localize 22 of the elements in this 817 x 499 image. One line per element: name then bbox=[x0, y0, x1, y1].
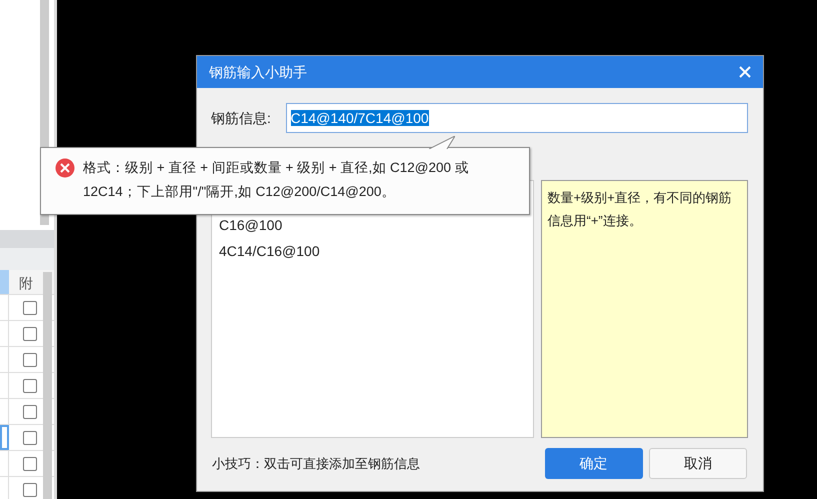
window-title: 钢筋输入小助手 bbox=[209, 62, 307, 82]
error-icon bbox=[55, 158, 75, 178]
table-cell[interactable] bbox=[0, 425, 9, 450]
checkbox[interactable] bbox=[23, 431, 37, 445]
cancel-button[interactable]: 取消 bbox=[649, 448, 747, 479]
tip-text: 小技巧：双击可直接添加至钢筋信息 bbox=[212, 454, 421, 473]
checkbox[interactable] bbox=[23, 353, 37, 367]
ok-button[interactable]: 确定 bbox=[544, 448, 642, 479]
checkbox[interactable] bbox=[23, 379, 37, 393]
close-icon[interactable] bbox=[739, 66, 751, 78]
tooltip-text: 格式：级别 + 直径 + 间距或数量 + 级别 + 直径,如 C12@200 或 12C14；下上部用"/"隔开,如 C12@200/C14@200。 bbox=[83, 159, 470, 201]
note-text: 数量+级别+直径，有不同的钢筋信息用“+”连接。 bbox=[540, 180, 748, 438]
field-label: 钢筋信息: bbox=[211, 108, 272, 128]
list-item[interactable]: C16@100 bbox=[219, 215, 533, 241]
input-field[interactable]: C14@140/7C14@100 bbox=[286, 103, 748, 133]
checkbox[interactable] bbox=[23, 483, 37, 497]
list-item[interactable]: 4C14/C16@100 bbox=[219, 241, 533, 267]
checkbox[interactable] bbox=[23, 457, 37, 471]
checkbox[interactable] bbox=[23, 405, 37, 419]
checkbox[interactable] bbox=[23, 327, 37, 341]
checkbox[interactable] bbox=[23, 301, 37, 315]
scrollbar[interactable] bbox=[43, 272, 52, 499]
